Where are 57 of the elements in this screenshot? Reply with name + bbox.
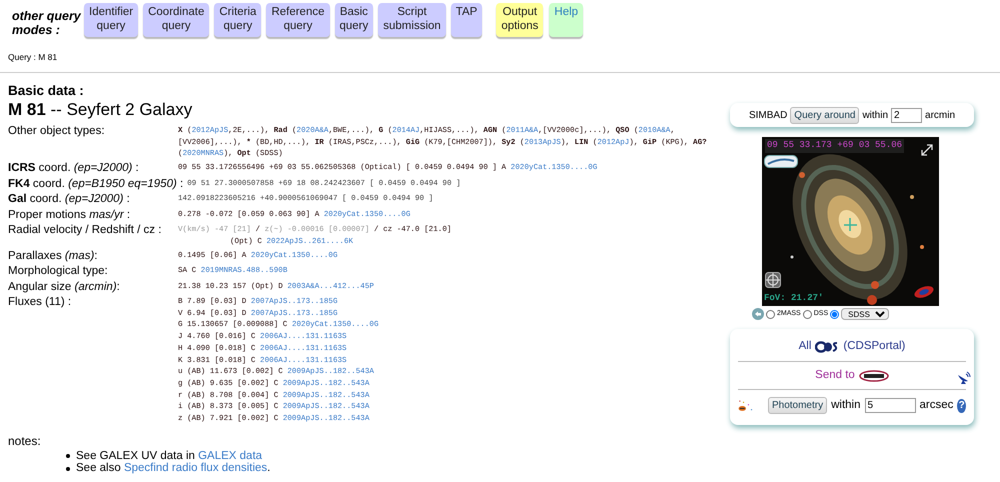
field-label: Morphological type: xyxy=(8,264,109,280)
nav-button[interactable]: Identifier query xyxy=(84,3,138,37)
coordinates-overlay: 09 55 33.173 +69 03 55.06 xyxy=(765,139,904,152)
nav-button[interactable]: TAP xyxy=(450,3,482,37)
query-around-button[interactable]: Query around xyxy=(790,106,860,124)
nav-button[interactable]: Basic query xyxy=(334,3,374,37)
field-label: Radial velocity / Redshift / cz : xyxy=(8,223,162,238)
nav-button[interactable]: Output options xyxy=(496,3,544,37)
note-link[interactable]: Specfind radio flux densities xyxy=(124,462,268,474)
portal-link[interactable]: (CDSPortal) xyxy=(843,338,906,356)
nav-button[interactable]: Reference query xyxy=(266,3,330,37)
photometry-button[interactable]: Photometry xyxy=(768,397,828,414)
send-to-link[interactable]: Send to xyxy=(815,366,855,384)
within-label: within xyxy=(831,398,861,413)
satellite-dish-icon[interactable] xyxy=(956,369,972,385)
nav-button[interactable]: Script submission xyxy=(378,3,446,37)
field-label: Parallaxes (mas): xyxy=(8,248,98,264)
unit-label: arcsec xyxy=(920,398,954,413)
note-link[interactable]: GALEX data xyxy=(198,450,262,462)
nav-button[interactable]: Help xyxy=(549,3,584,37)
logo-icon xyxy=(858,370,889,382)
bullet-icon xyxy=(66,466,70,470)
nav-button[interactable]: Criteria query xyxy=(214,3,262,37)
field-label: Angular size (arcmin): xyxy=(8,280,121,295)
field-label: FK4 coord. (ep=B1950 eq=1950) : xyxy=(8,176,184,192)
field-label: Proper motions mas/yr : xyxy=(8,208,132,223)
survey-radio[interactable] xyxy=(802,310,812,318)
radius-input[interactable]: 2 xyxy=(891,108,922,122)
notes-label: notes: xyxy=(8,432,42,450)
all-link[interactable]: All xyxy=(798,338,812,356)
survey-select[interactable]: SDSS xyxy=(841,308,890,320)
field-label: Fluxes (11) : xyxy=(8,295,72,310)
note-text: See GALEX UV data in GALEX data xyxy=(76,450,262,462)
back-icon[interactable] xyxy=(752,308,764,320)
logo-icon xyxy=(764,155,798,168)
simbad-label: SIMBAD xyxy=(748,108,788,122)
within-label: within xyxy=(862,108,888,122)
survey-radio[interactable] xyxy=(830,310,840,318)
fov-label: FoV: 21.27' xyxy=(764,292,824,304)
expand-icon[interactable] xyxy=(920,143,934,157)
section-heading: Basic data : xyxy=(8,82,85,100)
note-text: See also Specfind radio flux densities. xyxy=(76,462,270,475)
galaxy-logo-icon xyxy=(913,285,935,299)
target-icon[interactable] xyxy=(765,272,781,288)
help-icon[interactable]: ? xyxy=(957,398,966,412)
survey-radio[interactable] xyxy=(766,310,775,318)
unit-label: arcmin xyxy=(925,108,956,122)
radius-input[interactable]: 5 xyxy=(864,398,916,413)
logo-icon xyxy=(815,341,840,353)
query-text: Query : M 81 xyxy=(8,52,58,62)
field-label: ICRS coord. (ep=J2000) : xyxy=(8,161,140,176)
modes-label: other query modes : xyxy=(12,8,82,37)
field-label: Gal coord. (ep=J2000) : xyxy=(8,192,131,208)
bullet-icon xyxy=(66,454,70,458)
object-title: M 81 -- Seyfert 2 Galaxy xyxy=(8,100,194,120)
nav-button[interactable]: Coordinate query xyxy=(143,3,210,37)
field-label: Other object types: xyxy=(8,124,106,139)
